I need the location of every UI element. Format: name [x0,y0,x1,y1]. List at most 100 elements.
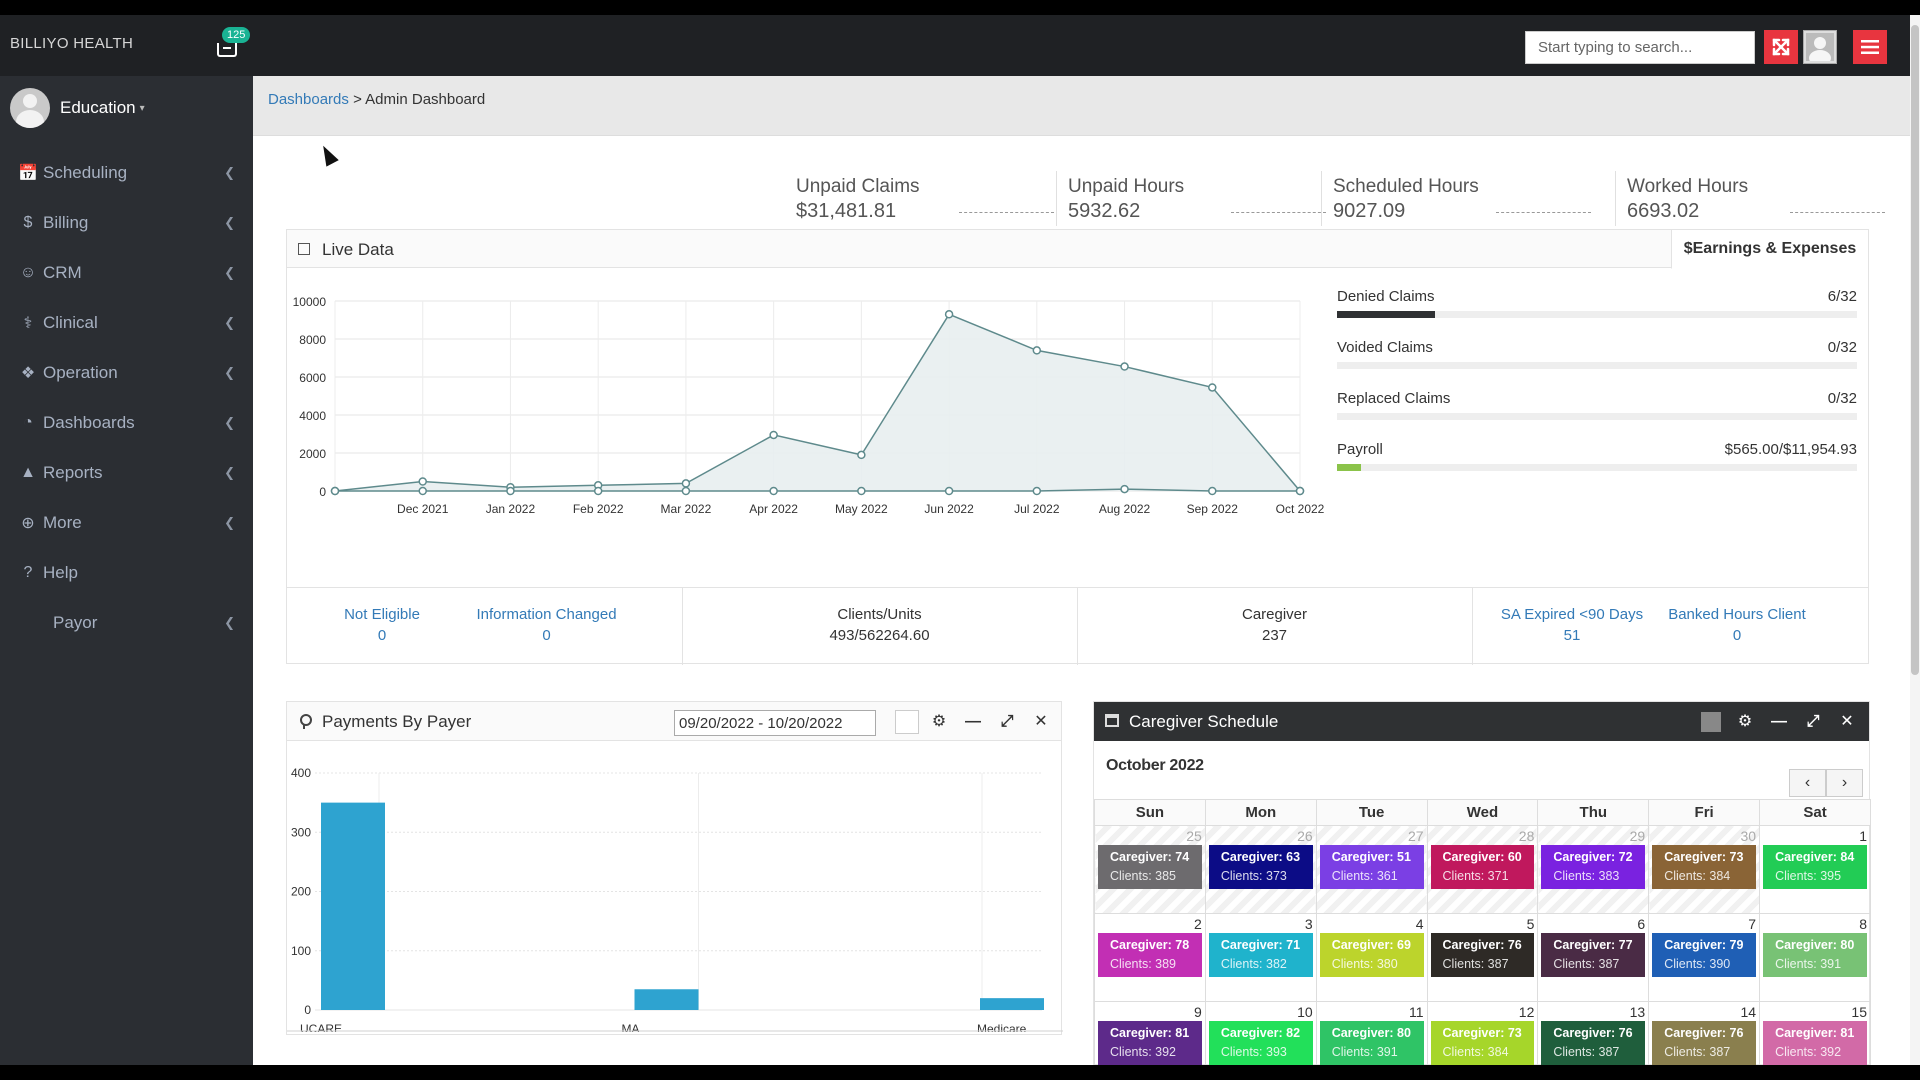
calendar-day-cell[interactable]: 6 Caregiver: 77 Clients: 387 [1537,913,1650,1002]
footer-value: 0 [1732,627,1742,644]
calendar-day-cell[interactable]: 2 Caregiver: 78 Clients: 389 [1094,913,1206,1002]
sidebar-item-operation[interactable]: ❖ Operation ❮ [0,353,253,393]
schedule-event[interactable]: Caregiver: 60 Clients: 371 [1430,845,1535,889]
stat-denied-claims: Denied Claims 6/32 [1337,288,1857,318]
sidebar-item-clinical[interactable]: ⚕ Clinical ❮ [0,303,253,343]
schedule-event[interactable]: Caregiver: 77 Clients: 387 [1541,933,1646,977]
schedule-event[interactable]: Caregiver: 80 Clients: 391 [1763,933,1867,977]
color-picker-button[interactable] [1701,712,1721,732]
calendar-weekday-row: Sun Mon Tue Wed Thu Fri Sat [1094,799,1871,826]
schedule-event[interactable]: Caregiver: 82 Clients: 393 [1208,1021,1313,1065]
date-range-input[interactable] [674,710,876,736]
schedule-event[interactable]: Caregiver: 81 Clients: 392 [1763,1021,1867,1065]
x-tick-label: Dec 2021 [397,502,449,516]
breadcrumb-separator: > [353,91,362,108]
schedule-event[interactable]: Caregiver: 73 Clients: 384 [1430,1021,1535,1065]
schedule-event[interactable]: Caregiver: 72 Clients: 383 [1541,845,1646,889]
sidebar-item-more[interactable]: ⊕ More ❮ [0,503,253,543]
sidebar-item-scheduling[interactable]: 📅 Scheduling ❮ [0,153,253,193]
data-point [944,310,954,319]
data-point [1208,383,1217,392]
information-changed-link[interactable]: Information Changed 0 [464,606,629,644]
page-scrollbar[interactable] [1910,15,1920,1065]
stat-value: 0/32 [1827,390,1857,407]
schedule-event[interactable]: Caregiver: 74 Clients: 385 [1098,845,1202,889]
next-month-button[interactable]: › [1826,769,1863,797]
not-eligible-link[interactable]: Not Eligible 0 [332,606,432,644]
day-number: 6 [1637,916,1646,932]
calendar-day-cell[interactable]: 5 Caregiver: 76 Clients: 387 [1426,913,1539,1002]
calendar-day-cell[interactable]: 14 Caregiver: 76 Clients: 387 [1648,1001,1761,1065]
color-picker-button[interactable] [895,710,919,734]
calendar-day-cell[interactable]: 9 Caregiver: 81 Clients: 392 [1094,1001,1206,1065]
event-caregiver-count: Caregiver: 72 [1553,850,1633,864]
calendar-day-cell[interactable]: 11 Caregiver: 80 Clients: 391 [1315,1001,1428,1065]
sidebar-item-reports[interactable]: ▲ Reports ❮ [0,453,253,493]
calendar-day-cell[interactable]: 8 Caregiver: 80 Clients: 391 [1759,913,1871,1002]
schedule-event[interactable]: Caregiver: 80 Clients: 391 [1319,1021,1424,1065]
tab-earnings-expenses[interactable]: $Earnings & Expenses [1671,230,1868,269]
scrollbar-thumb[interactable] [1911,25,1919,675]
schedule-event[interactable]: Caregiver: 84 Clients: 395 [1763,845,1867,889]
breadcrumb-link-dashboards[interactable]: Dashboards [268,91,349,108]
calendar-day-cell[interactable]: 10 Caregiver: 82 Clients: 393 [1204,1001,1317,1065]
inbox-icon[interactable]: 125 [212,27,251,63]
user-avatar-button[interactable] [1803,30,1837,64]
x-tick-label: Oct 2022 [1276,502,1325,516]
calendar-day-cell[interactable]: 26 Caregiver: 63 Clients: 373 [1204,825,1317,914]
schedule-event[interactable]: Caregiver: 69 Clients: 380 [1319,933,1424,977]
event-caregiver-count: Caregiver: 81 [1775,1026,1855,1040]
gear-icon[interactable]: ⚙ [929,712,949,732]
schedule-event[interactable]: Caregiver: 81 Clients: 392 [1098,1021,1202,1065]
calendar-day-cell[interactable]: 29 Caregiver: 72 Clients: 383 [1537,825,1650,914]
calendar-day-cell[interactable]: 27 Caregiver: 51 Clients: 361 [1315,825,1428,914]
calendar-day-cell[interactable]: 3 Caregiver: 71 Clients: 382 [1204,913,1317,1002]
calendar-day-cell[interactable]: 30 Caregiver: 73 Clients: 384 [1648,825,1761,914]
calendar-day-cell[interactable]: 4 Caregiver: 69 Clients: 380 [1315,913,1428,1002]
sidebar-item-help[interactable]: ? Help [0,553,253,593]
sidebar-item-crm[interactable]: ☺ CRM ❮ [0,253,253,293]
top-navbar: BILLIYO HEALTH 125 [0,15,1910,76]
user-profile-menu[interactable]: Education ▾ [10,88,145,128]
search-input[interactable] [1525,31,1755,64]
expand-icon[interactable]: ⤢ [997,712,1017,732]
schedule-event[interactable]: Caregiver: 63 Clients: 373 [1208,845,1313,889]
calendar-day-cell[interactable]: 12 Caregiver: 73 Clients: 384 [1426,1001,1539,1065]
schedule-event[interactable]: Caregiver: 73 Clients: 384 [1652,845,1757,889]
calendar-day-cell[interactable]: 15 Caregiver: 81 Clients: 392 [1759,1001,1871,1065]
sidebar-item-dashboards[interactable]: ◔ Dashboards ❮ [0,403,253,443]
banked-hours-link[interactable]: Banked Hours Client 0 [1657,606,1817,644]
gear-icon[interactable]: ⚙ [1735,712,1755,732]
prev-month-button[interactable]: ‹ [1789,769,1826,797]
breadcrumb-current: Admin Dashboard [365,91,486,108]
chevron-left-icon: ❮ [224,315,235,330]
minimize-icon[interactable]: — [1769,712,1789,732]
data-point [769,430,778,440]
schedule-event[interactable]: Caregiver: 71 Clients: 382 [1208,933,1313,977]
footer-label: Caregiver [1241,606,1308,623]
expand-icon[interactable]: ⤢ [1803,712,1823,732]
close-icon[interactable]: ✕ [1837,712,1857,732]
event-client-count: Clients: 380 [1331,957,1398,971]
schedule-event[interactable]: Caregiver: 51 Clients: 361 [1319,845,1424,889]
minimize-icon[interactable]: — [963,712,983,732]
day-number: 30 [1740,828,1757,844]
menu-button[interactable] [1853,30,1887,64]
calendar-day-cell[interactable]: 25 Caregiver: 74 Clients: 385 [1094,825,1206,914]
schedule-event[interactable]: Caregiver: 76 Clients: 387 [1652,1021,1757,1065]
fullscreen-button[interactable] [1764,30,1798,64]
schedule-event[interactable]: Caregiver: 78 Clients: 389 [1098,933,1202,977]
schedule-event[interactable]: Caregiver: 79 Clients: 390 [1652,933,1757,977]
calendar-day-cell[interactable]: 28 Caregiver: 60 Clients: 371 [1426,825,1539,914]
calendar-day-cell[interactable]: 13 Caregiver: 76 Clients: 387 [1537,1001,1650,1065]
calendar-day-cell[interactable]: 1 Caregiver: 84 Clients: 395 [1759,825,1871,914]
calendar-day-cell[interactable]: 7 Caregiver: 79 Clients: 390 [1648,913,1761,1002]
sa-expired-link[interactable]: SA Expired <90 Days 51 [1492,606,1652,644]
schedule-event[interactable]: Caregiver: 76 Clients: 387 [1541,1021,1646,1065]
footer-label: SA Expired <90 Days [1500,606,1644,623]
event-caregiver-count: Caregiver: 60 [1442,850,1522,864]
sidebar-item-billing[interactable]: $ Billing ❮ [0,203,253,243]
close-icon[interactable]: ✕ [1031,712,1051,732]
sidebar-item-payor[interactable]: Payor ❮ [0,603,253,643]
schedule-event[interactable]: Caregiver: 76 Clients: 387 [1430,933,1535,977]
